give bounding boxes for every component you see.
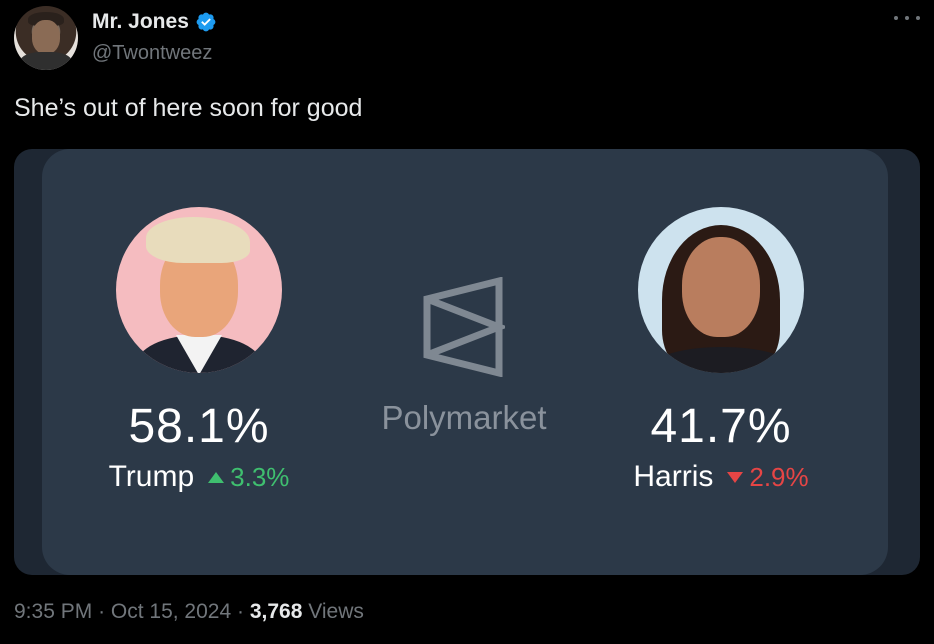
harris-percent: 41.7% xyxy=(650,400,792,453)
views-count[interactable]: 3,768 xyxy=(250,600,303,623)
polymarket-logo-icon xyxy=(423,277,505,377)
arrow-up-icon xyxy=(208,471,225,483)
trump-percent: 58.1% xyxy=(128,400,270,453)
trump-label-row: Trump 3.3% xyxy=(109,460,290,494)
more-options-icon[interactable] xyxy=(894,10,920,26)
harris-photo xyxy=(638,207,804,373)
separator: · xyxy=(98,600,106,623)
photo-hair xyxy=(146,217,250,263)
tweet-header: Mr. Jones @Twontweez xyxy=(14,6,920,72)
name-row: Mr. Jones xyxy=(92,10,217,34)
harris-change: 2.9% xyxy=(727,461,809,493)
more-dot xyxy=(916,16,920,20)
brand-name: Polymarket xyxy=(381,399,547,436)
polymarket-card: 58.1% Trump 3.3% Polymarket 41.7% Harris xyxy=(42,149,888,575)
photo-head xyxy=(682,237,760,337)
harris-name: Harris xyxy=(633,460,714,493)
avatar-face xyxy=(32,20,60,54)
tweet-time[interactable]: 9:35 PM xyxy=(14,600,92,623)
verified-badge-icon xyxy=(196,12,216,32)
separator: · xyxy=(237,600,244,623)
author-handle[interactable]: @Twontweez xyxy=(92,42,212,65)
trump-photo xyxy=(116,207,282,373)
arrow-down-icon xyxy=(727,471,744,483)
author-name[interactable]: Mr. Jones xyxy=(92,10,189,34)
trump-change-value: 3.3% xyxy=(230,461,290,492)
trump-name: Trump xyxy=(108,460,195,493)
tweet-media-image[interactable]: 58.1% Trump 3.3% Polymarket 41.7% Harris xyxy=(14,149,920,575)
trump-change: 3.3% xyxy=(208,462,289,493)
views-label: Views xyxy=(308,600,364,623)
harris-label-row: Harris 2.9% xyxy=(633,460,809,494)
more-dot xyxy=(905,16,909,20)
more-dot xyxy=(894,16,898,20)
tweet-footer: 9:35 PM · Oct 15, 2024 · 3,768 Views xyxy=(14,600,364,624)
avatar[interactable] xyxy=(14,6,78,70)
avatar-shirt xyxy=(20,52,72,70)
candidate-harris: 41.7% Harris 2.9% xyxy=(633,207,809,494)
candidate-trump: 58.1% Trump 3.3% xyxy=(109,207,290,494)
harris-change-value: 2.9% xyxy=(749,461,809,492)
tweet-date[interactable]: Oct 15, 2024 xyxy=(111,600,231,623)
tweet-text: She’s out of here soon for good xyxy=(14,94,363,122)
